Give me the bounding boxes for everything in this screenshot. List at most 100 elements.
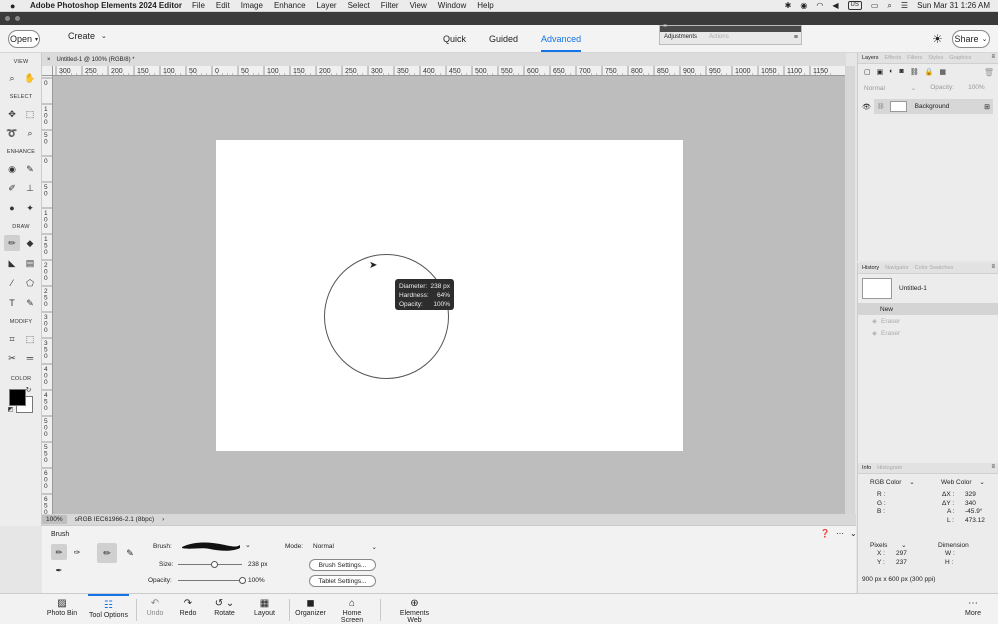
sponge-tool-icon[interactable]: ✦ bbox=[22, 200, 38, 216]
clock[interactable]: Sun Mar 31 1:26 AM bbox=[917, 1, 990, 10]
vertical-scrollbar[interactable] bbox=[845, 66, 855, 514]
minimize-window-icon[interactable] bbox=[15, 16, 20, 21]
history-snapshot[interactable]: Untitled-1 bbox=[858, 274, 998, 303]
undo-button[interactable]: ↶ Undo bbox=[144, 596, 166, 618]
layer-row-background[interactable]: ⛓ Background ⊞ bbox=[874, 99, 993, 114]
smart-brush-tool-icon[interactable]: ✐ bbox=[4, 180, 20, 196]
close-document-icon[interactable]: × bbox=[47, 57, 51, 63]
close-icon[interactable]: × bbox=[663, 23, 667, 30]
tab-color-swatches[interactable]: Color Swatches bbox=[915, 265, 954, 271]
more-options-icon[interactable]: ⋯ bbox=[836, 529, 844, 538]
crop-tool-icon[interactable]: ⌗ bbox=[4, 331, 20, 347]
quick-selection-tool-icon[interactable]: ⌕ bbox=[22, 125, 38, 141]
info-left-mode[interactable]: RGB Color ⌄ bbox=[870, 478, 915, 486]
tab-actions[interactable]: Actions bbox=[709, 34, 729, 40]
brush-preset-preview[interactable] bbox=[180, 538, 242, 554]
brush-tool-option-icon[interactable]: ✏ bbox=[51, 544, 67, 560]
lasso-tool-icon[interactable]: ➰ bbox=[4, 125, 20, 141]
chevron-right-icon[interactable]: › bbox=[162, 516, 164, 523]
layer-mask-icon[interactable]: ◙ bbox=[899, 68, 903, 76]
opacity-slider[interactable] bbox=[178, 580, 242, 581]
blur-tool-icon[interactable]: ● bbox=[4, 200, 20, 216]
menu-help[interactable]: Help bbox=[477, 1, 493, 10]
app-name-menu[interactable]: Adobe Photoshop Elements 2024 Editor bbox=[30, 1, 182, 10]
tool-options-button[interactable]: ☷ Tool Options bbox=[88, 594, 129, 619]
zoom-tool-icon[interactable]: ⌕ bbox=[4, 70, 20, 86]
blend-mode-select[interactable]: Normal ⌄ bbox=[864, 84, 916, 92]
tab-navigator[interactable]: Navigator bbox=[885, 265, 909, 271]
menu-enhance[interactable]: Enhance bbox=[274, 1, 306, 10]
impressionist-brush-icon[interactable]: ✑ bbox=[69, 544, 85, 560]
paint-bucket-tool-icon[interactable]: ◣ bbox=[4, 255, 20, 271]
menu-filter[interactable]: Filter bbox=[381, 1, 399, 10]
panel-menu-icon[interactable]: ≡ bbox=[991, 264, 995, 270]
custom-shape-tool-icon[interactable]: ⬠ bbox=[22, 275, 38, 291]
panel-menu-icon[interactable]: ≡ bbox=[794, 34, 798, 41]
close-window-icon[interactable] bbox=[5, 16, 10, 21]
airbrush-mode-icon[interactable]: ✎ bbox=[120, 543, 140, 563]
eraser-tool-icon[interactable]: ◆ bbox=[22, 235, 38, 251]
tab-advanced[interactable]: Advanced bbox=[541, 34, 582, 52]
redo-button[interactable]: ↷ Redo bbox=[177, 596, 199, 618]
red-eye-tool-icon[interactable]: ◉ bbox=[4, 161, 20, 177]
bluetooth-icon[interactable]: ✱ bbox=[785, 1, 792, 10]
share-button[interactable]: Share ⌄ bbox=[952, 30, 990, 48]
menu-edit[interactable]: Edit bbox=[216, 1, 230, 10]
rotate-button[interactable]: ↺ ⌄ Rotate bbox=[211, 596, 238, 618]
help-icon[interactable]: ❓ bbox=[820, 529, 830, 538]
delete-layer-icon[interactable]: 🗑 bbox=[984, 68, 994, 77]
visibility-eye-icon[interactable]: 👁 bbox=[862, 103, 871, 111]
brush-tool-icon[interactable]: ✏ bbox=[4, 235, 20, 251]
default-colors-icon[interactable]: ◩ bbox=[6, 405, 15, 414]
brush-settings-button[interactable]: Brush Settings... bbox=[309, 559, 376, 571]
tab-histogram[interactable]: Histogram bbox=[877, 465, 902, 471]
opacity-value[interactable]: 100% bbox=[248, 577, 265, 584]
panel-menu-icon[interactable]: ≡ bbox=[991, 54, 995, 60]
create-button[interactable]: Create ⌄ bbox=[68, 31, 107, 41]
size-slider-handle[interactable] bbox=[210, 561, 218, 568]
battery-icon[interactable]: ▭ bbox=[871, 1, 879, 10]
type-tool-icon[interactable]: T bbox=[4, 295, 20, 311]
volume-icon[interactable]: ◀ bbox=[832, 1, 838, 10]
layer-lock-icon[interactable]: ⊞ bbox=[984, 103, 990, 111]
lock-transparent-icon[interactable]: ▦ bbox=[939, 68, 946, 76]
link-layers-icon[interactable]: ⛓ bbox=[910, 68, 919, 76]
eyedropper-tool-icon[interactable]: ⁄ bbox=[4, 275, 20, 291]
tab-graphics[interactable]: Graphics bbox=[949, 55, 971, 61]
tablet-settings-button[interactable]: Tablet Settings... bbox=[309, 575, 376, 587]
keyboard-layout[interactable]: US bbox=[847, 1, 862, 10]
document-tab[interactable]: × Untitled-1 @ 100% (RGB/8) * bbox=[42, 53, 846, 66]
tab-layers[interactable]: Layers bbox=[862, 55, 879, 61]
tab-history[interactable]: History bbox=[862, 265, 879, 271]
brush-mode-icon[interactable]: ✏ bbox=[97, 543, 117, 563]
color-replacement-brush-icon[interactable]: ✒ bbox=[51, 562, 67, 578]
tab-filters[interactable]: Filters bbox=[907, 55, 922, 61]
lock-all-icon[interactable]: 🔒 bbox=[925, 68, 934, 76]
home-screen-button[interactable]: ⌂ Home Screen bbox=[331, 596, 373, 624]
opacity-value[interactable]: 100% bbox=[968, 84, 985, 92]
record-icon[interactable]: ◉ bbox=[800, 1, 807, 10]
menu-select[interactable]: Select bbox=[348, 1, 370, 10]
content-aware-move-tool-icon[interactable]: ✂ bbox=[4, 350, 20, 366]
wifi-icon[interactable]: ◠ bbox=[816, 1, 823, 10]
tab-effects[interactable]: Effects bbox=[885, 55, 902, 61]
gradient-tool-icon[interactable]: ▤ bbox=[22, 255, 38, 271]
collapse-icon[interactable]: ⌄ bbox=[850, 529, 857, 538]
adjustment-layer-icon[interactable]: ◐ bbox=[889, 68, 893, 76]
apple-icon[interactable]: ● bbox=[10, 1, 24, 11]
panel-menu-icon[interactable]: ≡ bbox=[991, 464, 995, 470]
marquee-tool-icon[interactable]: ⬚ bbox=[22, 106, 38, 122]
theme-sun-icon[interactable]: ☀ bbox=[932, 32, 943, 46]
new-group-icon[interactable]: ▣ bbox=[877, 68, 884, 76]
history-state-eraser[interactable]: ◈ Eraser bbox=[858, 327, 998, 339]
hand-tool-icon[interactable]: ✋ bbox=[22, 70, 38, 86]
elements-web-button[interactable]: ⊕ Elements Web bbox=[392, 596, 437, 624]
photo-bin-button[interactable]: ▨ Photo Bin bbox=[46, 596, 78, 618]
tab-adjustments[interactable]: Adjustments bbox=[664, 34, 697, 40]
organizer-button[interactable]: ◼ Organizer bbox=[295, 596, 326, 618]
menu-file[interactable]: File bbox=[192, 1, 205, 10]
mode-select[interactable]: Normal ⌄ bbox=[313, 543, 377, 551]
zoom-level[interactable]: 100% bbox=[42, 515, 67, 524]
tab-guided[interactable]: Guided bbox=[489, 34, 518, 52]
pencil-tool-icon[interactable]: ✎ bbox=[22, 295, 38, 311]
